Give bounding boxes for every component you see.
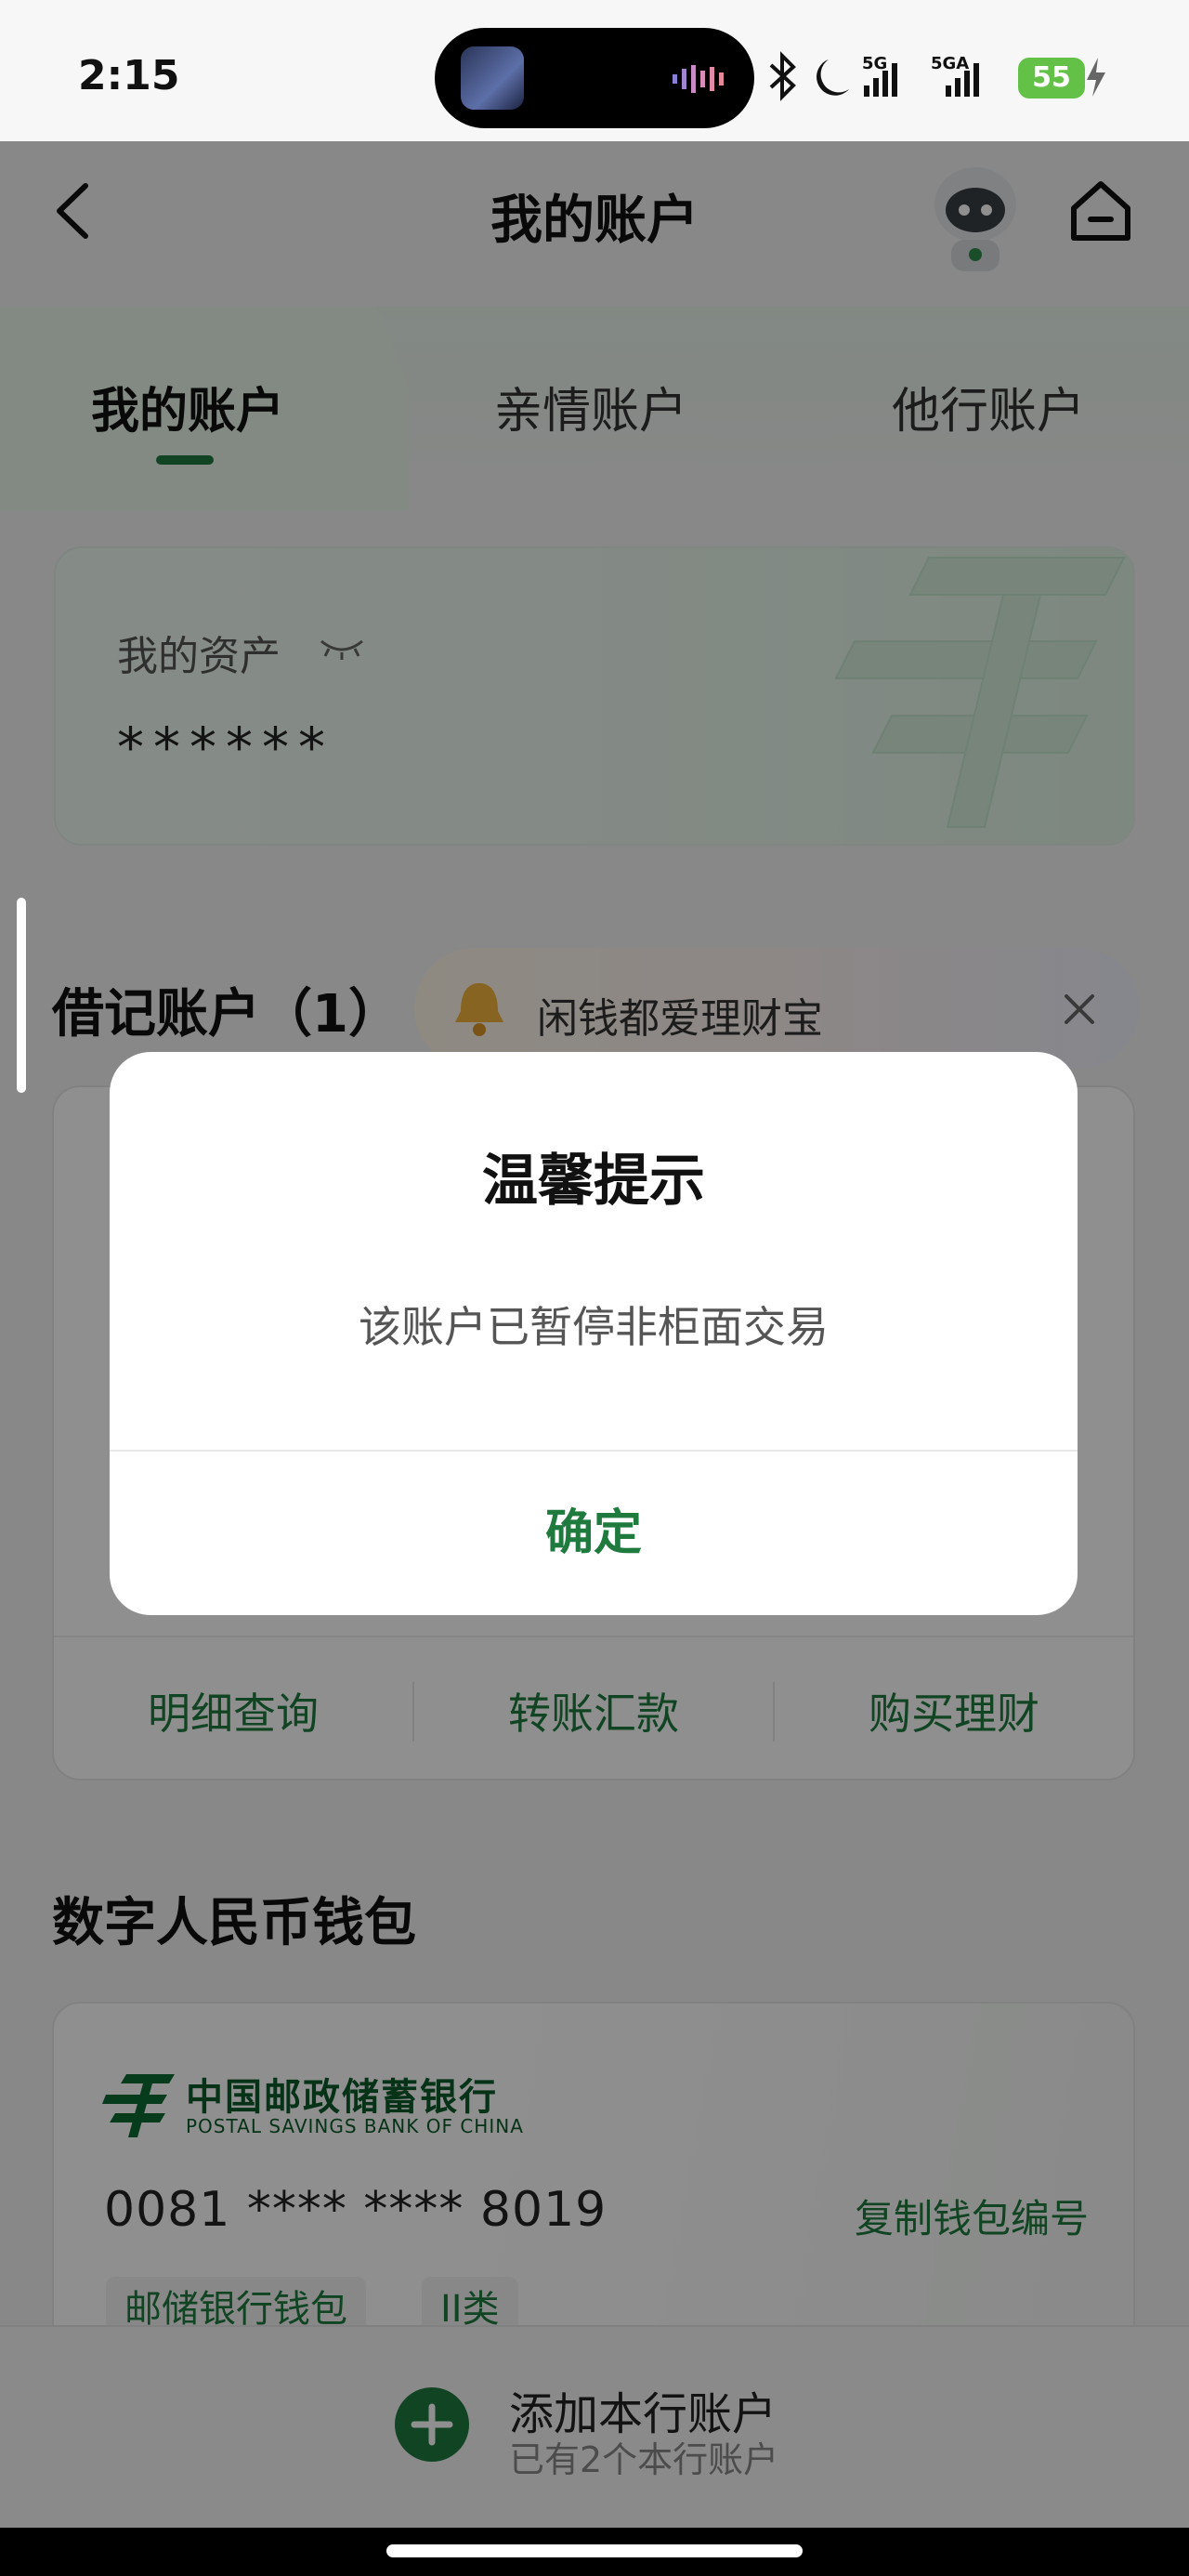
- moon-icon: [817, 59, 849, 96]
- svg-text:5GA: 5GA: [931, 54, 969, 73]
- status-time: 2:15: [78, 52, 180, 99]
- svg-text:5G: 5G: [862, 54, 887, 73]
- confirm-button[interactable]: 确定: [110, 1452, 1078, 1615]
- dynamic-island[interactable]: [435, 28, 754, 128]
- media-thumbnail: [461, 46, 524, 110]
- scroll-indicator: [17, 898, 26, 1093]
- dialog-title: 温馨提示: [482, 1149, 705, 1214]
- audio-wave-icon: [673, 65, 724, 93]
- status-bar: 2:15 5G 5GA 55: [0, 0, 1189, 141]
- alert-dialog: 温馨提示 该账户已暂停非柜面交易 确定: [110, 1052, 1078, 1615]
- battery-indicator: 55: [1018, 58, 1085, 99]
- bluetooth-icon: [769, 51, 796, 101]
- charging-icon: [1087, 58, 1105, 97]
- home-indicator[interactable]: [386, 2544, 803, 2557]
- dialog-message: 该账户已暂停非柜面交易: [359, 1302, 829, 1352]
